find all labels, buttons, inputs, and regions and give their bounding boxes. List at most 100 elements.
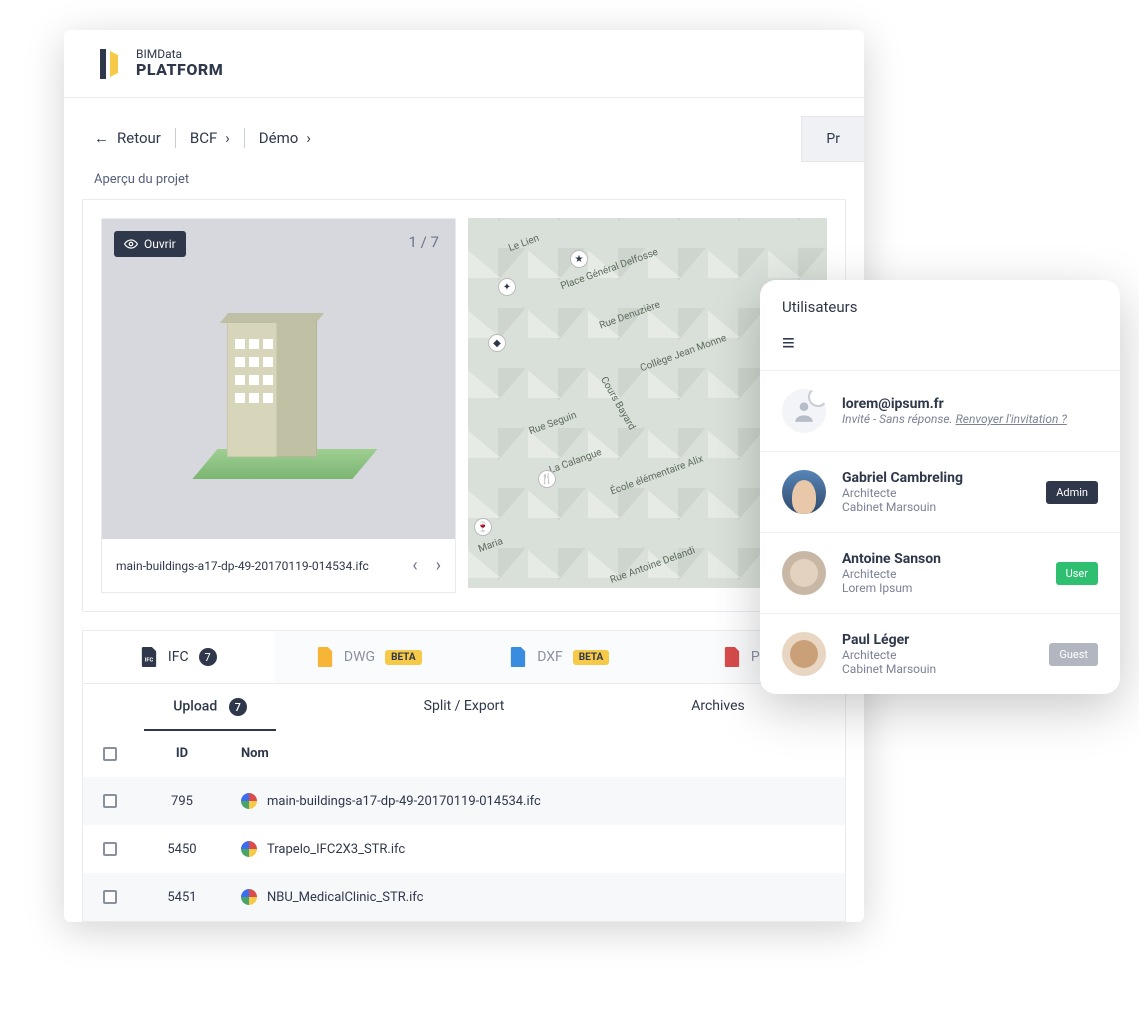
user-row[interactable]: Antoine Sanson Architecte Lorem Ipsum Us… bbox=[760, 532, 1120, 613]
map-label: Maria bbox=[477, 536, 505, 555]
row-id: 5451 bbox=[137, 874, 227, 921]
tab-label: IFC bbox=[168, 649, 189, 665]
logo: BIMData PLATFORM bbox=[100, 48, 223, 79]
tab-label: DXF bbox=[537, 649, 563, 665]
avatar-pending-icon bbox=[782, 389, 826, 433]
map-label: Le Lien bbox=[507, 233, 541, 254]
user-row[interactable]: Paul Léger Architecte Cabinet Marsouin G… bbox=[760, 613, 1120, 694]
file-type-tabs: IFC IFC 7 DWG BETA DXF BETA PDF Upload bbox=[82, 630, 846, 730]
ifc-file-icon: IFC bbox=[140, 647, 158, 667]
prev-model-button[interactable]: ‹ bbox=[412, 555, 417, 576]
breadcrumb-sep bbox=[175, 128, 176, 148]
model-pager: ‹ › bbox=[412, 555, 441, 576]
pending-email: lorem@ipsum.fr bbox=[842, 396, 1098, 412]
row-name-text: main-buildings-a17-dp-49-20170119-014534… bbox=[267, 794, 541, 809]
user-name: Antoine Sanson bbox=[842, 551, 1040, 567]
dwg-file-icon bbox=[316, 647, 334, 667]
model-card: Ouvrir 1 / 7 main-buildings-a17-dp-49-20… bbox=[101, 218, 456, 593]
logo-icon bbox=[100, 49, 124, 79]
tab-ifc[interactable]: IFC IFC 7 bbox=[83, 631, 274, 684]
subtab-upload[interactable]: Upload 7 bbox=[83, 684, 337, 730]
map-poi-icon: ✦ bbox=[498, 278, 516, 296]
user-org: Cabinet Marsouin bbox=[842, 662, 1033, 676]
right-partial-tab[interactable]: Pr bbox=[801, 116, 864, 162]
count-badge: 7 bbox=[199, 648, 217, 666]
next-model-button[interactable]: › bbox=[436, 555, 441, 576]
table-row[interactable]: 795 main-buildings-a17-dp-49-20170119-01… bbox=[83, 777, 845, 825]
model-preview[interactable]: Ouvrir 1 / 7 bbox=[102, 219, 455, 539]
breadcrumb: ← Retour BCF › Démo › Pr bbox=[64, 98, 864, 172]
menu-icon[interactable]: ≡ bbox=[760, 330, 1120, 370]
resend-invite-link[interactable]: Renvoyer l'invitation ? bbox=[956, 412, 1067, 426]
role-badge: Admin bbox=[1046, 481, 1098, 504]
tab-dwg[interactable]: DWG BETA bbox=[274, 631, 465, 684]
back-label: Retour bbox=[117, 129, 161, 147]
map-label: Rue Seguin bbox=[528, 410, 579, 437]
back-button[interactable]: ← Retour bbox=[94, 129, 161, 147]
breadcrumb-item-bcf[interactable]: BCF › bbox=[190, 129, 230, 147]
section-title: Aperçu du projet bbox=[64, 172, 864, 199]
avatar bbox=[782, 632, 826, 676]
main-window: BIMData PLATFORM ← Retour BCF › Démo › P… bbox=[64, 30, 864, 922]
pending-status: Invité - Sans réponse. Renvoyer l'invita… bbox=[842, 412, 1098, 426]
avatar bbox=[782, 470, 826, 514]
role-badge: User bbox=[1056, 562, 1098, 585]
user-org: Cabinet Marsouin bbox=[842, 500, 1030, 514]
row-checkbox[interactable] bbox=[103, 890, 117, 904]
user-name: Gabriel Cambreling bbox=[842, 470, 1030, 486]
user-name: Paul Léger bbox=[842, 632, 1033, 648]
preview-panel: Ouvrir 1 / 7 main-buildings-a17-dp-49-20… bbox=[82, 199, 846, 612]
row-checkbox[interactable] bbox=[103, 794, 117, 808]
open-label: Ouvrir bbox=[144, 237, 176, 251]
beta-badge: BETA bbox=[573, 650, 610, 665]
row-name: main-buildings-a17-dp-49-20170119-014534… bbox=[227, 777, 845, 825]
tab-label: DWG bbox=[344, 649, 375, 665]
map-label: Rue Antoine Delandi bbox=[609, 545, 697, 586]
role-badge: Guest bbox=[1049, 643, 1098, 666]
table-header: ID Nom bbox=[83, 730, 845, 777]
building-icon bbox=[209, 299, 349, 479]
row-name: Trapelo_IFC2X3_STR.ifc bbox=[227, 825, 845, 873]
tab-dxf[interactable]: DXF BETA bbox=[464, 631, 655, 684]
user-job: Architecte bbox=[842, 567, 1040, 581]
map-poi-icon: 🍴 bbox=[538, 470, 556, 488]
row-name: NBU_MedicalClinic_STR.ifc bbox=[227, 873, 845, 921]
row-name-text: NBU_MedicalClinic_STR.ifc bbox=[267, 890, 423, 905]
user-job: Architecte bbox=[842, 648, 1033, 662]
breadcrumb-label: BCF bbox=[190, 129, 217, 147]
table-row[interactable]: 5451 NBU_MedicalClinic_STR.ifc bbox=[83, 873, 845, 921]
map-label: Cours Bayard bbox=[598, 375, 637, 432]
count-badge: 7 bbox=[229, 698, 247, 716]
map-label: La Calangue bbox=[548, 447, 604, 476]
model-footer: main-buildings-a17-dp-49-20170119-014534… bbox=[102, 539, 455, 592]
chevron-right-icon: › bbox=[306, 129, 311, 147]
ifc-icon bbox=[241, 841, 257, 857]
map-label: Collège Jean Monne bbox=[639, 333, 728, 374]
beta-badge: BETA bbox=[385, 650, 422, 665]
pdf-file-icon bbox=[723, 647, 741, 667]
col-name[interactable]: Nom bbox=[227, 730, 845, 777]
map-label: École élémentaire Alix bbox=[609, 454, 705, 498]
table-body: 795 main-buildings-a17-dp-49-20170119-01… bbox=[83, 777, 845, 921]
subtab-split-export[interactable]: Split / Export bbox=[337, 684, 591, 730]
user-row-pending: lorem@ipsum.fr Invité - Sans réponse. Re… bbox=[760, 370, 1120, 451]
ifc-icon bbox=[241, 793, 257, 809]
users-title: Utilisateurs bbox=[760, 280, 1120, 330]
svg-text:IFC: IFC bbox=[145, 657, 154, 663]
breadcrumb-item-demo[interactable]: Démo › bbox=[259, 129, 311, 147]
col-id[interactable]: ID bbox=[137, 730, 227, 777]
map-poi-icon: 🍷 bbox=[474, 518, 492, 536]
row-name-text: Trapelo_IFC2X3_STR.ifc bbox=[267, 842, 405, 857]
map-poi-icon: ◆ bbox=[488, 334, 506, 352]
model-filename: main-buildings-a17-dp-49-20170119-014534… bbox=[116, 559, 369, 573]
row-checkbox[interactable] bbox=[103, 842, 117, 856]
map-poi-icon: ★ bbox=[570, 250, 588, 268]
select-all-checkbox[interactable] bbox=[103, 747, 117, 761]
table-row[interactable]: 5450 Trapelo_IFC2X3_STR.ifc bbox=[83, 825, 845, 873]
row-id: 795 bbox=[137, 778, 227, 825]
dxf-file-icon bbox=[509, 647, 527, 667]
map-label: Rue Denuzière bbox=[598, 299, 662, 331]
user-org: Lorem Ipsum bbox=[842, 581, 1040, 595]
user-row[interactable]: Gabriel Cambreling Architecte Cabinet Ma… bbox=[760, 451, 1120, 532]
open-button[interactable]: Ouvrir bbox=[114, 231, 186, 257]
